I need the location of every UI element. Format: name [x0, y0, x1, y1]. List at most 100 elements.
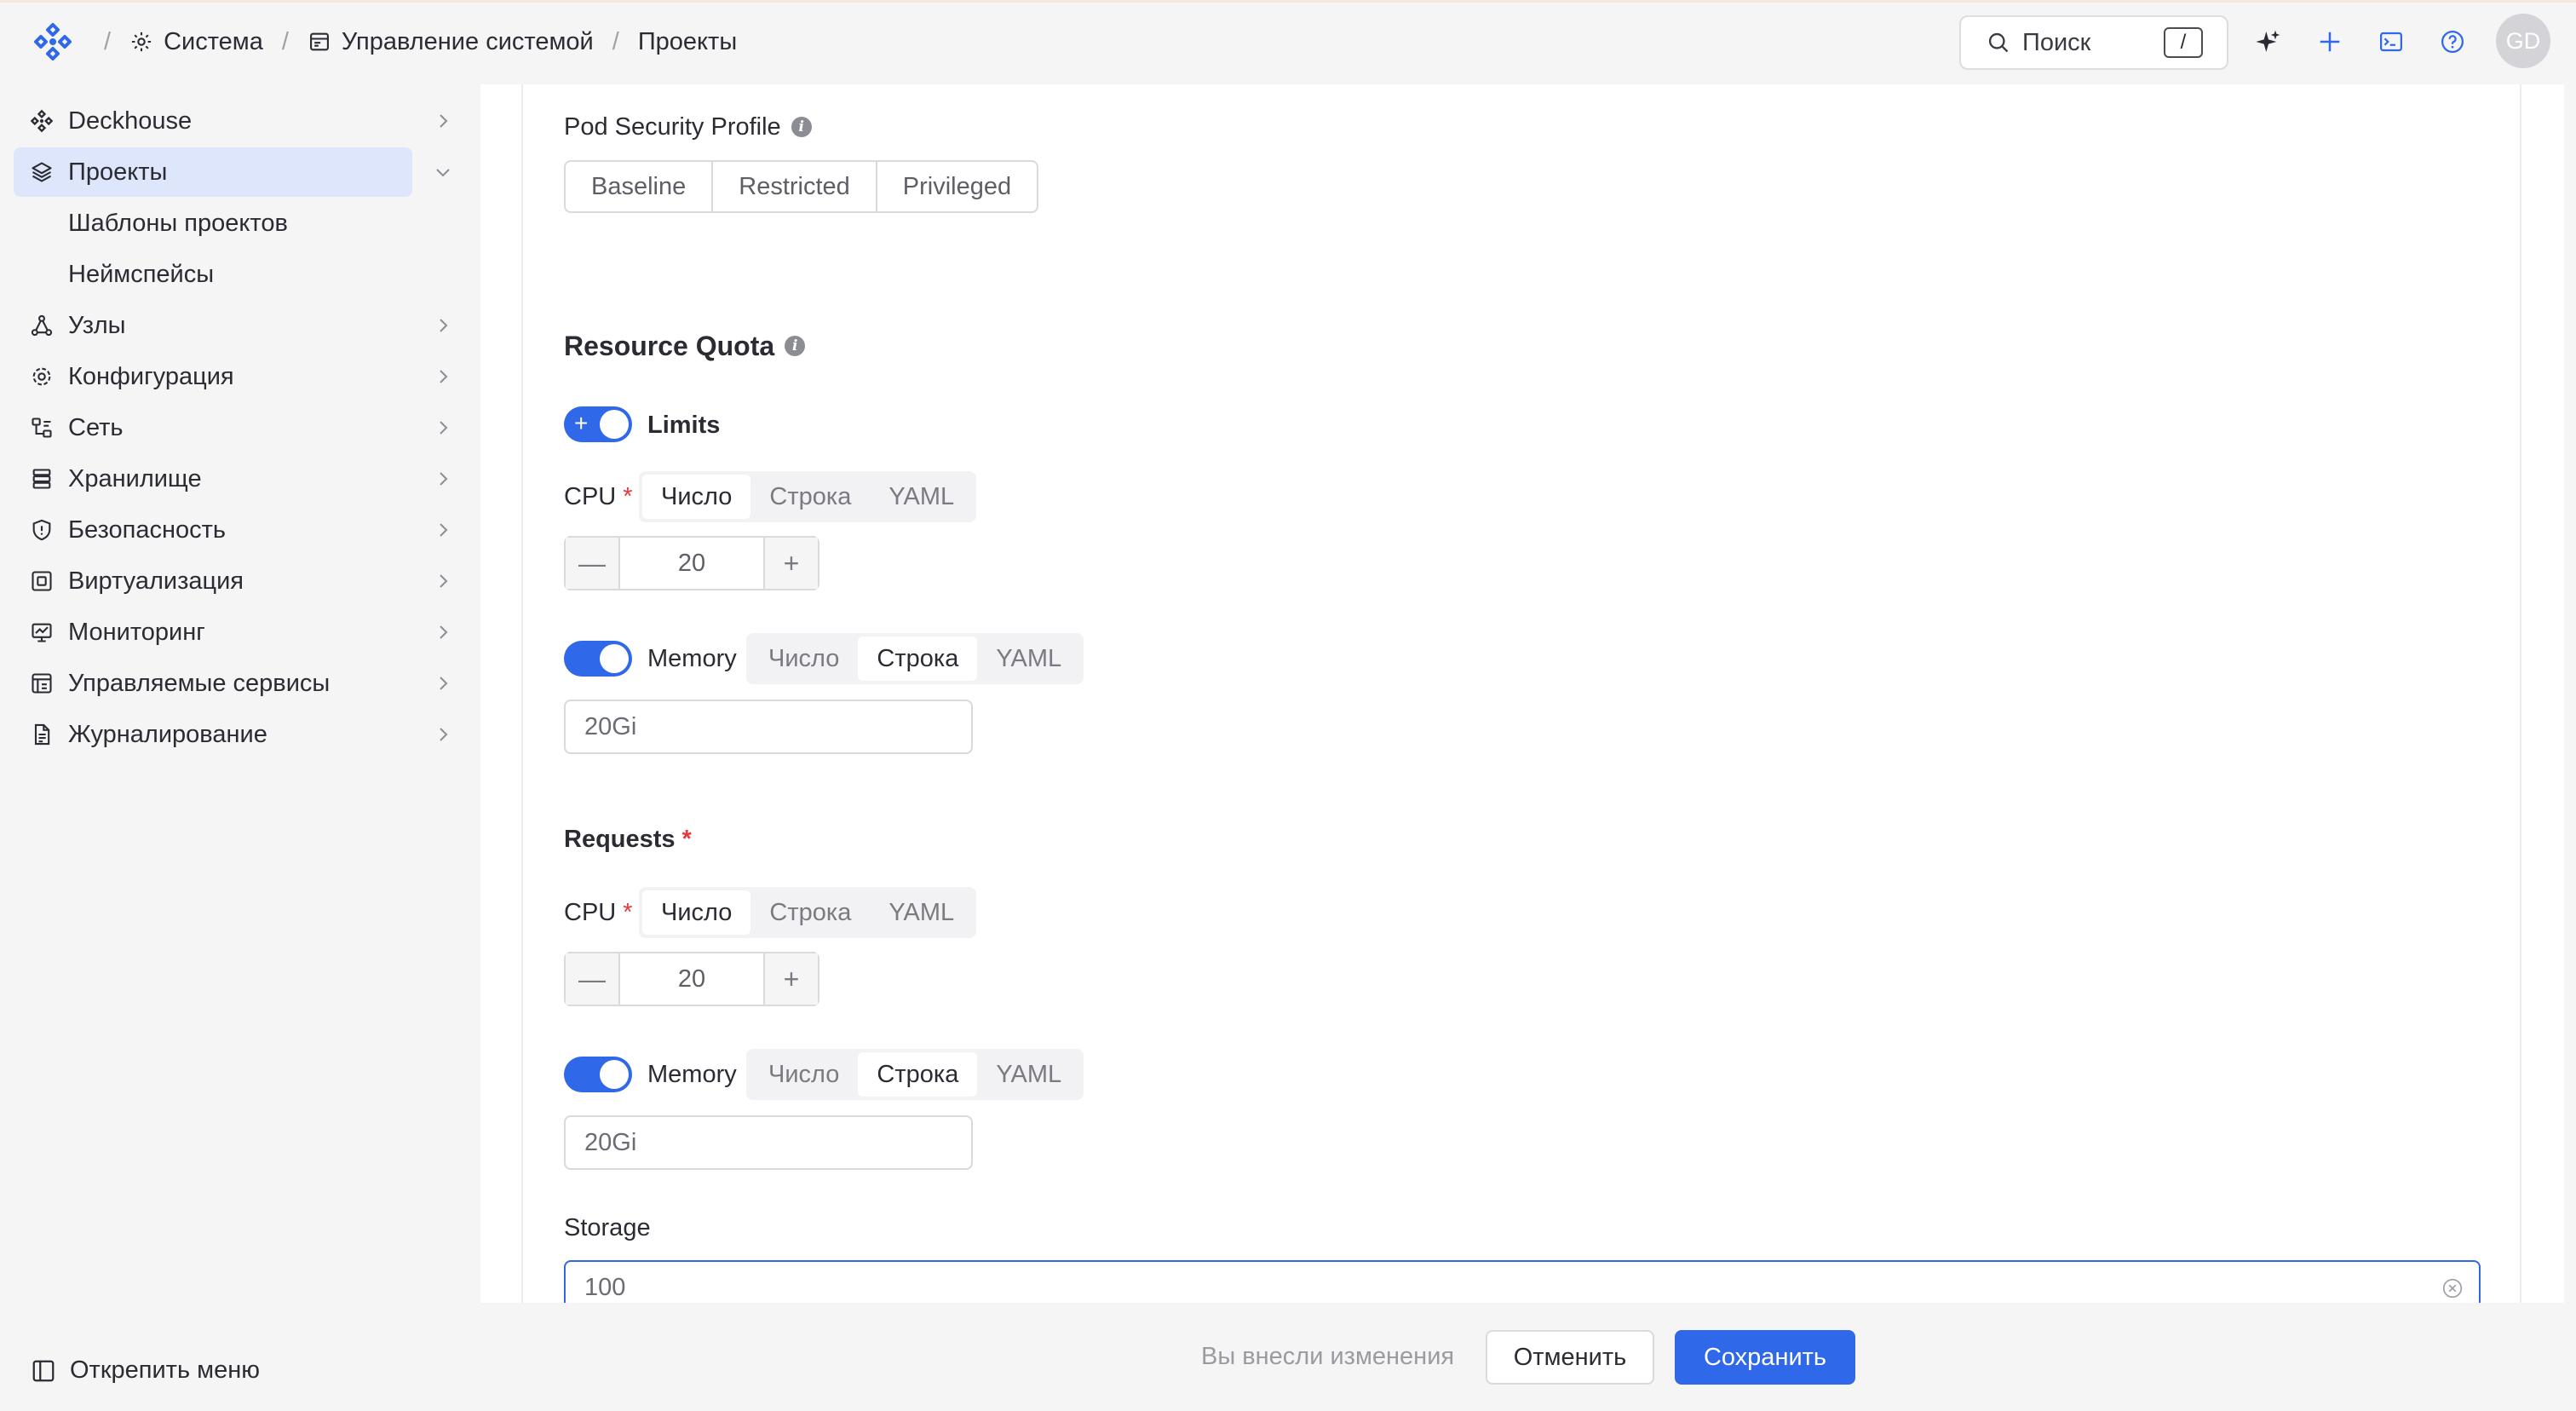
- sidebar-item-managed-services[interactable]: Управляемые сервисы: [14, 659, 448, 708]
- limits-toggle[interactable]: +: [564, 406, 632, 442]
- chevron-right-icon: [440, 677, 448, 690]
- tab-number[interactable]: Число: [750, 1052, 858, 1097]
- tab-string[interactable]: Строка: [858, 636, 978, 681]
- sidebar-subitem-project-templates[interactable]: Шаблоны проектов: [68, 199, 288, 248]
- tab-yaml[interactable]: YAML: [870, 475, 973, 519]
- deckhouse-icon: [29, 108, 55, 134]
- sidebar-item-label: Мониторинг: [68, 618, 205, 646]
- tab-string[interactable]: Строка: [750, 475, 870, 519]
- unsaved-changes-text: Вы внесли изменения: [1201, 1343, 1455, 1370]
- toggle-knob: [600, 410, 629, 439]
- sidebar-subitem-namespaces[interactable]: Неймспейсы: [68, 250, 214, 299]
- breadcrumb-label: Система: [164, 27, 263, 55]
- breadcrumb: / Система / Управление системой / Проект…: [85, 24, 737, 60]
- decrement-button[interactable]: —: [566, 953, 620, 1005]
- field-label-text: CPU: [564, 482, 617, 510]
- sidebar-item-storage[interactable]: Хранилище: [14, 454, 448, 504]
- sidebar-item-monitoring[interactable]: Мониторинг: [14, 608, 448, 657]
- layers-icon: [29, 159, 55, 185]
- sparkle-icon[interactable]: [2254, 27, 2283, 56]
- required-mark: *: [681, 825, 692, 853]
- tab-string[interactable]: Строка: [858, 1052, 978, 1097]
- storage-label: Storage: [564, 1211, 651, 1245]
- search-placeholder: Поиск: [2022, 28, 2091, 56]
- form-panel: Pod Security Profile i Baseline Restrict…: [521, 84, 2521, 1303]
- deckhouse-logo-icon[interactable]: [32, 21, 73, 62]
- requests-memory-input[interactable]: 20Gi: [564, 1115, 973, 1170]
- requests-label: Requests *: [564, 822, 692, 856]
- sidebar-item-label: Узлы: [68, 311, 126, 339]
- limits-memory-toggle[interactable]: [564, 641, 632, 677]
- tab-yaml[interactable]: YAML: [977, 636, 1080, 681]
- sidebar-item-virtualization[interactable]: Виртуализация: [14, 556, 448, 606]
- field-label-text: CPU: [564, 898, 617, 926]
- storage-input[interactable]: 100: [564, 1260, 2481, 1303]
- sidebar-item-label: Проекты: [68, 158, 168, 186]
- shield-icon: [29, 517, 55, 543]
- breadcrumb-separator: /: [612, 27, 619, 55]
- info-icon[interactable]: i: [791, 117, 812, 137]
- requests-cpu-label: CPU *: [564, 896, 633, 930]
- sidebar-item-label: Журналирование: [68, 720, 267, 748]
- requests-cpu-type-tabs: Число Строка YAML: [639, 887, 977, 938]
- storage-icon: [29, 466, 55, 492]
- tab-string[interactable]: Строка: [750, 890, 870, 935]
- sidebar-item-label: Сеть: [68, 413, 124, 441]
- toggle-plus-icon: +: [574, 410, 589, 436]
- network-icon: [29, 415, 55, 441]
- required-mark: *: [623, 898, 633, 926]
- breadcrumb-label: Управление системой: [341, 27, 594, 55]
- limits-cpu-type-tabs: Число Строка YAML: [639, 471, 977, 522]
- tab-yaml[interactable]: YAML: [977, 1052, 1080, 1097]
- breadcrumb-item-system-management[interactable]: Управление системой: [308, 28, 594, 56]
- chevron-right-icon: [440, 728, 448, 741]
- virtualization-icon: [29, 568, 55, 594]
- limits-cpu-stepper: — 20 +: [564, 536, 819, 590]
- chevron-right-icon: [440, 319, 448, 332]
- requests-cpu-value[interactable]: 20: [620, 953, 763, 1005]
- increment-button[interactable]: +: [763, 538, 818, 589]
- sidebar-item-projects[interactable]: Проекты: [14, 147, 450, 197]
- sidebar-item-label: Хранилище: [68, 464, 202, 492]
- chevron-down-icon: [436, 169, 450, 177]
- sidebar-item-logging[interactable]: Журналирование: [14, 710, 448, 759]
- limits-memory-label: Memory: [647, 642, 737, 676]
- info-icon[interactable]: i: [785, 336, 806, 356]
- limits-cpu-label: CPU *: [564, 480, 633, 514]
- clear-icon[interactable]: [2441, 1277, 2464, 1299]
- sidebar-item-deckhouse[interactable]: Deckhouse: [14, 96, 448, 146]
- limits-memory-input[interactable]: 20Gi: [564, 700, 973, 754]
- help-icon[interactable]: [2438, 27, 2467, 56]
- sidebar-item-label: Конфигурация: [68, 362, 234, 390]
- increment-button[interactable]: +: [763, 953, 818, 1005]
- pod-security-option-privileged[interactable]: Privileged: [877, 162, 1037, 211]
- unpin-menu-button[interactable]: Открепить меню: [31, 1356, 260, 1385]
- sidebar-item-configuration[interactable]: Конфигурация: [14, 352, 448, 401]
- gear-icon: [29, 364, 55, 389]
- sidebar-item-security[interactable]: Безопасность: [14, 505, 448, 555]
- sidebar-item-label: Безопасность: [68, 515, 226, 544]
- sidebar-item-network[interactable]: Сеть: [14, 403, 448, 452]
- required-mark: *: [623, 482, 633, 510]
- tab-yaml[interactable]: YAML: [870, 890, 973, 935]
- nodes-icon: [29, 313, 55, 338]
- limits-cpu-value[interactable]: 20: [620, 538, 763, 589]
- avatar[interactable]: GD: [2496, 14, 2550, 68]
- field-label-text: Requests: [564, 825, 676, 853]
- decrement-button[interactable]: —: [566, 538, 620, 589]
- search-input[interactable]: Поиск /: [1959, 15, 2228, 70]
- pod-security-option-baseline[interactable]: Baseline: [566, 162, 714, 211]
- sidebar-item-nodes[interactable]: Узлы: [14, 301, 448, 350]
- breadcrumb-item-system[interactable]: Система: [129, 28, 263, 56]
- sidebar-item-label: Deckhouse: [68, 107, 193, 135]
- tab-number[interactable]: Число: [642, 890, 751, 935]
- pod-security-option-restricted[interactable]: Restricted: [713, 162, 877, 211]
- save-button[interactable]: Сохранить: [1675, 1330, 1855, 1385]
- plus-icon[interactable]: [2315, 27, 2344, 56]
- terminal-icon[interactable]: [2377, 27, 2406, 56]
- input-value: 20Gi: [584, 1128, 637, 1156]
- requests-memory-toggle[interactable]: [564, 1057, 632, 1092]
- cancel-button[interactable]: Отменить: [1486, 1330, 1654, 1385]
- tab-number[interactable]: Число: [642, 475, 751, 519]
- tab-number[interactable]: Число: [750, 636, 858, 681]
